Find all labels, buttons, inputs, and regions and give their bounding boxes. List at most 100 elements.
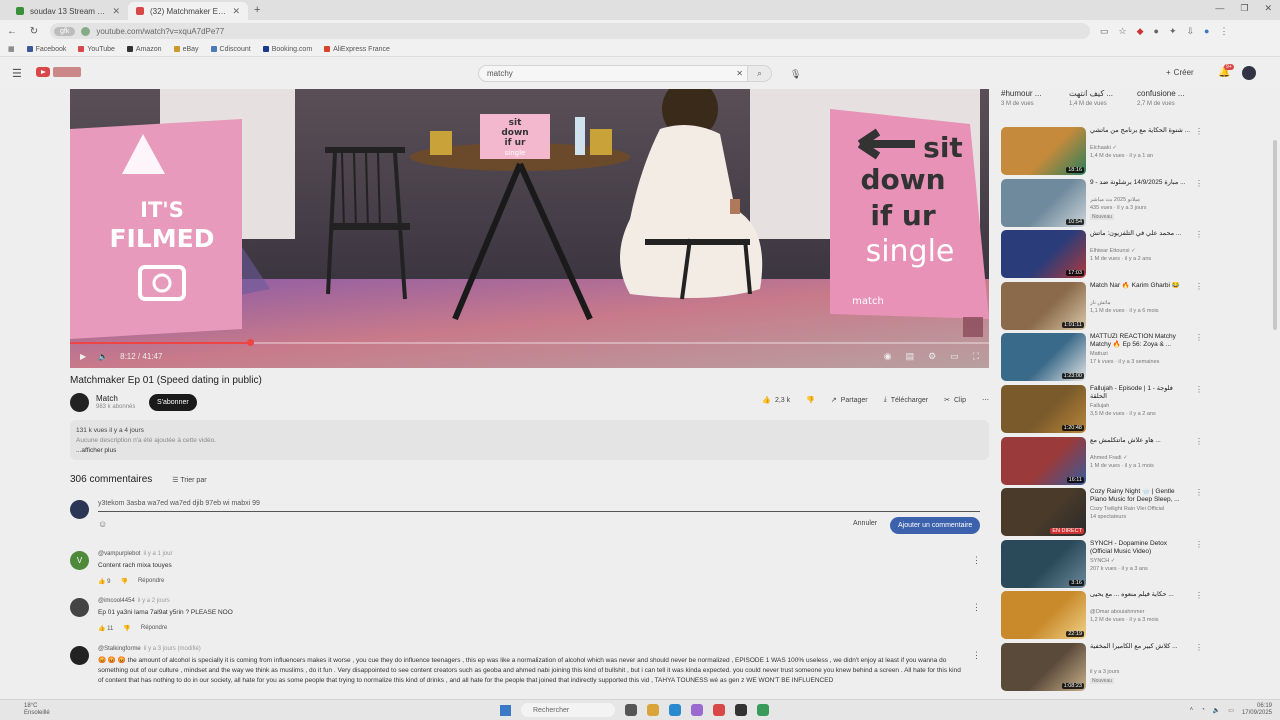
sort-button[interactable]: ☰ Trier par <box>172 476 206 484</box>
recommendation-item[interactable]: 1:23:00 MATTUZI REACTION Matchy Matchy 🔥 … <box>1001 333 1203 382</box>
fullscreen-icon[interactable]: ⛶ <box>973 351 979 362</box>
channel-avatar[interactable] <box>70 393 89 412</box>
copilot-icon[interactable] <box>691 704 703 716</box>
more-vertical-icon[interactable]: ⋮ <box>1195 591 1203 600</box>
profile-icon[interactable]: ● <box>1204 26 1209 37</box>
comment-more-icon[interactable]: ⋮ <box>972 650 981 661</box>
comment-more-icon[interactable]: ⋮ <box>972 555 981 566</box>
volume-icon[interactable]: 🔈 <box>98 352 108 361</box>
windows-start-icon[interactable] <box>500 704 511 716</box>
weather-widget[interactable]: 18°C Ensoleillé <box>24 703 50 717</box>
battery-icon[interactable]: ▭ <box>1228 707 1234 714</box>
task-view-icon[interactable] <box>625 704 637 716</box>
recommendation-item[interactable]: 1:08:23 كلاش كبير مع الكاميرا المخفية ...… <box>1001 643 1203 692</box>
minimize-icon[interactable]: — <box>1215 3 1224 14</box>
video-thumbnail[interactable]: 1:23:00 <box>1001 333 1086 381</box>
terminal-icon[interactable] <box>735 704 747 716</box>
recommendation-item[interactable]: 22:19 حكاية فيلم منعوه ... مع يحيى ... @Om… <box>1001 591 1203 640</box>
cancel-button[interactable]: Annuler <box>853 520 877 527</box>
comment-dislike-button[interactable]: 👎 <box>120 578 127 585</box>
tray-chevron-icon[interactable]: ˄ <box>1190 707 1194 713</box>
recommendation-item[interactable]: 10:54 9 - مبارة 14/9/2025 برشلونة ضد ... م… <box>1001 179 1203 228</box>
bookmark-cdiscount[interactable]: Cdiscount <box>210 46 251 53</box>
video-thumbnail[interactable]: 16:11 <box>1001 437 1086 485</box>
speaker-icon[interactable]: 🔈 <box>1213 707 1220 714</box>
chip-item[interactable]: كيف انتهت ... 1,4 M de vues <box>1069 89 1113 107</box>
bookmark-star-icon[interactable]: ☆ <box>1119 26 1127 37</box>
browser-tab-stream[interactable]: soudav 13 Stream - Watch Li ✕ <box>8 2 128 20</box>
recommendation-item[interactable]: 1:20:48 Fallujah - Episode | 1 فلوجة - ال… <box>1001 385 1203 434</box>
clear-search-icon[interactable]: ✕ <box>736 69 743 78</box>
comment-author[interactable]: @vampurplebot il y a 1 jour <box>98 551 172 557</box>
more-vertical-icon[interactable]: ⋮ <box>1195 437 1203 446</box>
create-button[interactable]: + Créer <box>1166 68 1194 77</box>
autoplay-toggle[interactable]: ◉ <box>884 351 892 362</box>
file-explorer-icon[interactable] <box>647 704 659 716</box>
account-avatar[interactable] <box>1242 66 1256 80</box>
extension-icon[interactable]: ● <box>1154 26 1159 37</box>
more-vertical-icon[interactable]: ⋮ <box>1195 540 1203 549</box>
reply-button[interactable]: Répondre <box>141 625 167 632</box>
maximize-icon[interactable]: ❐ <box>1240 3 1248 14</box>
bookmark-ebay[interactable]: eBay <box>173 46 199 53</box>
profile-pill[interactable]: gfk <box>54 26 76 36</box>
comment-like-button[interactable]: 👍 9 <box>98 578 110 585</box>
apps-icon[interactable]: ▦ <box>8 45 15 53</box>
video-player[interactable]: IT'S FILMED sit down if ur single sit do… <box>70 89 989 368</box>
clip-button[interactable]: ✂ Clip <box>944 396 966 405</box>
video-thumbnail[interactable]: 17:03 <box>1001 230 1086 278</box>
youtube-logo[interactable] <box>36 67 81 77</box>
reload-icon[interactable]: ↻ <box>28 26 40 37</box>
more-vertical-icon[interactable]: ⋮ <box>1195 179 1203 188</box>
close-tab-icon[interactable]: ✕ <box>112 6 120 17</box>
close-window-icon[interactable]: ✕ <box>1264 3 1272 14</box>
recommendation-item[interactable]: 16:11 هاو علاش ماتتكلمش مع ... Ahmed Fradi… <box>1001 437 1203 486</box>
recommendation-item[interactable]: EN DIRECT Cozy Rainy Night 🌧️ | Gentle Pi… <box>1001 488 1203 537</box>
video-thumbnail[interactable]: 1:20:48 <box>1001 385 1086 433</box>
channel-name[interactable]: Match <box>96 394 118 403</box>
new-tab-icon[interactable]: + <box>254 4 260 16</box>
app-icon[interactable] <box>757 704 769 716</box>
video-thumbnail[interactable]: 10:54 <box>1001 179 1086 227</box>
comment-dislike-button[interactable]: 👎 <box>123 625 130 632</box>
more-vertical-icon[interactable]: ⋮ <box>1195 127 1203 136</box>
browser-menu-icon[interactable]: ⋮ <box>1219 26 1228 37</box>
bookmark-amazon[interactable]: Amazon <box>126 46 162 53</box>
share-button[interactable]: ↗ Partager <box>831 396 868 405</box>
more-vertical-icon[interactable]: ⋮ <box>1195 488 1203 497</box>
video-thumbnail[interactable]: 18:16 <box>1001 127 1086 175</box>
comment-more-icon[interactable]: ⋮ <box>972 602 981 613</box>
video-thumbnail[interactable]: 3:16 <box>1001 540 1086 588</box>
bookmark-facebook[interactable]: Facebook <box>26 46 66 53</box>
more-vertical-icon[interactable]: ⋮ <box>1195 643 1203 652</box>
site-info-icon[interactable] <box>81 26 91 36</box>
clock[interactable]: 06:19 17/09/2025 <box>1242 703 1272 717</box>
video-thumbnail[interactable]: EN DIRECT <box>1001 488 1086 536</box>
commenter-avatar[interactable]: V <box>70 551 89 570</box>
page-scrollbar[interactable] <box>1273 140 1277 330</box>
comment-like-button[interactable]: 👍 11 <box>98 625 113 632</box>
emoji-icon[interactable]: ☺ <box>98 519 107 529</box>
commenter-avatar[interactable] <box>70 646 89 665</box>
browser-tab-youtube[interactable]: (32) Matchmaker Ep 01 (Speed ✕ <box>128 2 248 20</box>
download-icon[interactable]: ⇩ <box>1187 26 1195 37</box>
video-thumbnail[interactable]: 22:19 <box>1001 591 1086 639</box>
chrome-icon[interactable] <box>713 704 725 716</box>
back-icon[interactable]: ← <box>6 26 18 37</box>
taskbar-search[interactable]: Rechercher <box>521 703 615 717</box>
bookmark-booking[interactable]: Booking.com <box>262 46 312 53</box>
more-vertical-icon[interactable]: ⋮ <box>1195 333 1203 342</box>
download-button[interactable]: ⤓ Télécharger <box>884 396 928 404</box>
url-field[interactable]: gfk youtube.com/watch?v=xquA7dPe77 <box>50 23 1090 39</box>
recommendation-item[interactable]: 17:03 محمد علي في التلفزيون: ماتش ... Elhi… <box>1001 230 1203 279</box>
subscribe-button[interactable]: S'abonner <box>149 394 197 411</box>
theater-mode-icon[interactable]: ▭ <box>950 351 959 362</box>
settings-gear-icon[interactable]: ⚙ <box>928 351 936 362</box>
comment-input[interactable]: y3tekom 3asba wa7ed wa7ed djib 97eb wi m… <box>98 500 980 512</box>
wifi-icon[interactable]: ◔ <box>1201 707 1205 713</box>
puzzle-icon[interactable]: ✦ <box>1169 26 1177 37</box>
description-box[interactable]: 131 k vues il y a 4 jours Aucune descrip… <box>70 420 989 460</box>
more-vertical-icon[interactable]: ⋮ <box>1195 282 1203 291</box>
add-comment-button[interactable]: Ajouter un commentaire <box>890 517 981 534</box>
search-input[interactable]: matchy ✕ <box>478 65 748 82</box>
